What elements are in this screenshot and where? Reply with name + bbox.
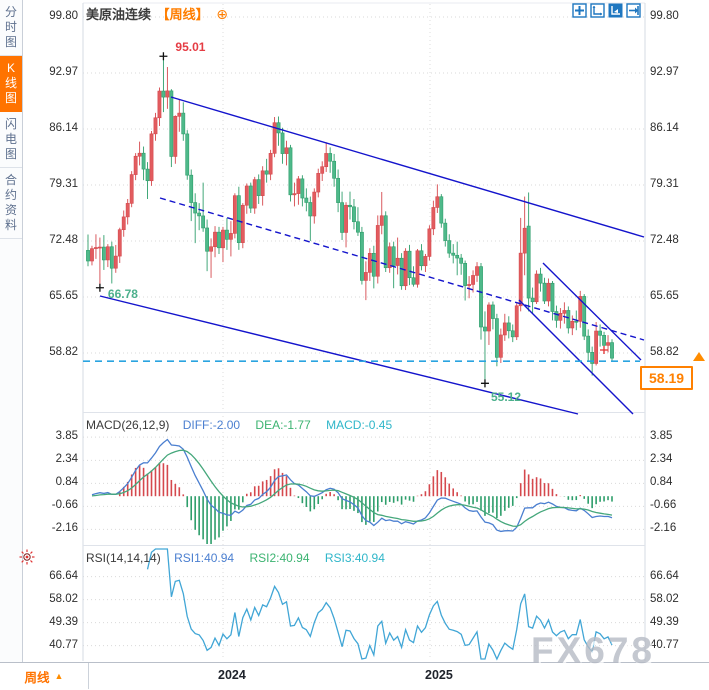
price-axis-label: 86.14: [650, 122, 679, 134]
pan-right-icon[interactable]: [626, 3, 641, 18]
scale-axis-icon[interactable]: [608, 3, 623, 18]
macd-diff-value: DIFF:-2.00: [183, 418, 240, 432]
left-low-annotation: 66.78: [108, 287, 138, 301]
price-axis-label: 86.14: [22, 122, 78, 134]
chart-toolbar: [572, 3, 641, 18]
rsi3-value: RSI3:40.94: [325, 551, 385, 565]
price-axis-label: 58.82: [22, 346, 78, 358]
period-selector-label: 周线: [25, 667, 50, 686]
macd-axis-label: 2.34: [650, 453, 672, 465]
sidebar-tab-2[interactable]: K线图: [0, 56, 22, 112]
price-axis-label: 65.65: [650, 290, 679, 302]
bottom-low-annotation: 55.12: [491, 390, 521, 404]
price-axis-label: 99.80: [22, 10, 78, 22]
symbol-name: 美原油连续: [86, 7, 151, 22]
fit-chart-icon[interactable]: [590, 3, 605, 18]
macd-axis-label: -2.16: [650, 522, 676, 534]
price-axis-label: 92.97: [650, 66, 679, 78]
trading-app-window: { "header": { "symbol": "美原油连续", "period…: [0, 0, 709, 689]
crosshair-move-icon[interactable]: [572, 3, 587, 18]
price-axis-label: 92.97: [22, 66, 78, 78]
time-axis-bar: 周线 ▲ 2024 2025: [0, 662, 709, 690]
rsi-params: RSI(14,14,14): [86, 551, 161, 565]
sidebar-tab-1[interactable]: 分时图: [0, 0, 22, 56]
price-axis-label: 79.31: [650, 178, 679, 190]
macd-axis-label: 2.34: [22, 453, 78, 465]
rsi-axis-label: 49.39: [22, 616, 78, 628]
indicator-settings-icon[interactable]: [19, 549, 35, 570]
period-tag: 【周线】: [157, 7, 209, 22]
price-axis-label: 65.65: [22, 290, 78, 302]
macd-axis-label: 0.84: [650, 476, 672, 488]
price-axis-label: 72.48: [22, 234, 78, 246]
period-selector-arrow-icon: ▲: [55, 671, 64, 681]
rsi-header: RSI(14,14,14) RSI1:40.94 RSI2:40.94 RSI3…: [86, 551, 385, 565]
macd-macd-value: MACD:-0.45: [326, 418, 392, 432]
rsi-axis-label: 40.77: [22, 639, 78, 651]
macd-axis-label: 3.85: [22, 430, 78, 442]
macd-axis-label: -0.66: [22, 499, 78, 511]
macd-axis-label: -0.66: [650, 499, 676, 511]
rsi-axis-label: 58.02: [650, 593, 679, 605]
peak-price-annotation: 95.01: [175, 40, 205, 54]
period-selector[interactable]: 周线 ▲: [0, 663, 89, 689]
rsi-axis-label: 66.64: [22, 570, 78, 582]
macd-pane[interactable]: [83, 413, 645, 546]
sidebar-tab-4[interactable]: 合约资料: [0, 168, 22, 239]
rsi-axis-label: 58.02: [22, 593, 78, 605]
price-up-arrow-icon: [693, 352, 705, 361]
macd-dea-value: DEA:-1.77: [255, 418, 310, 432]
rsi-axis-label: 49.39: [650, 616, 679, 628]
year-label-2025: 2025: [425, 668, 453, 682]
sidebar-tab-3[interactable]: 闪电图: [0, 112, 22, 168]
price-axis-label: 99.80: [650, 10, 679, 22]
macd-axis-label: 3.85: [650, 430, 672, 442]
current-price-box: 58.19: [640, 366, 693, 390]
macd-header: MACD(26,12,9) DIFF:-2.00 DEA:-1.77 MACD:…: [86, 418, 392, 432]
chart-title: 美原油连续 【周线】 ⊕: [86, 4, 228, 23]
year-label-2024: 2024: [218, 668, 246, 682]
price-axis-label: 58.82: [650, 346, 679, 358]
macd-params: MACD(26,12,9): [86, 418, 169, 432]
macd-axis-label: -2.16: [22, 522, 78, 534]
rsi2-value: RSI2:40.94: [249, 551, 309, 565]
add-indicator-icon[interactable]: ⊕: [216, 6, 228, 22]
main-chart-pane[interactable]: [83, 3, 645, 412]
price-axis-label: 79.31: [22, 178, 78, 190]
rsi-axis-label: 66.64: [650, 570, 679, 582]
macd-axis-label: 0.84: [22, 476, 78, 488]
rsi-axis-label: 40.77: [650, 639, 679, 651]
price-axis-label: 72.48: [650, 234, 679, 246]
rsi1-value: RSI1:40.94: [174, 551, 234, 565]
